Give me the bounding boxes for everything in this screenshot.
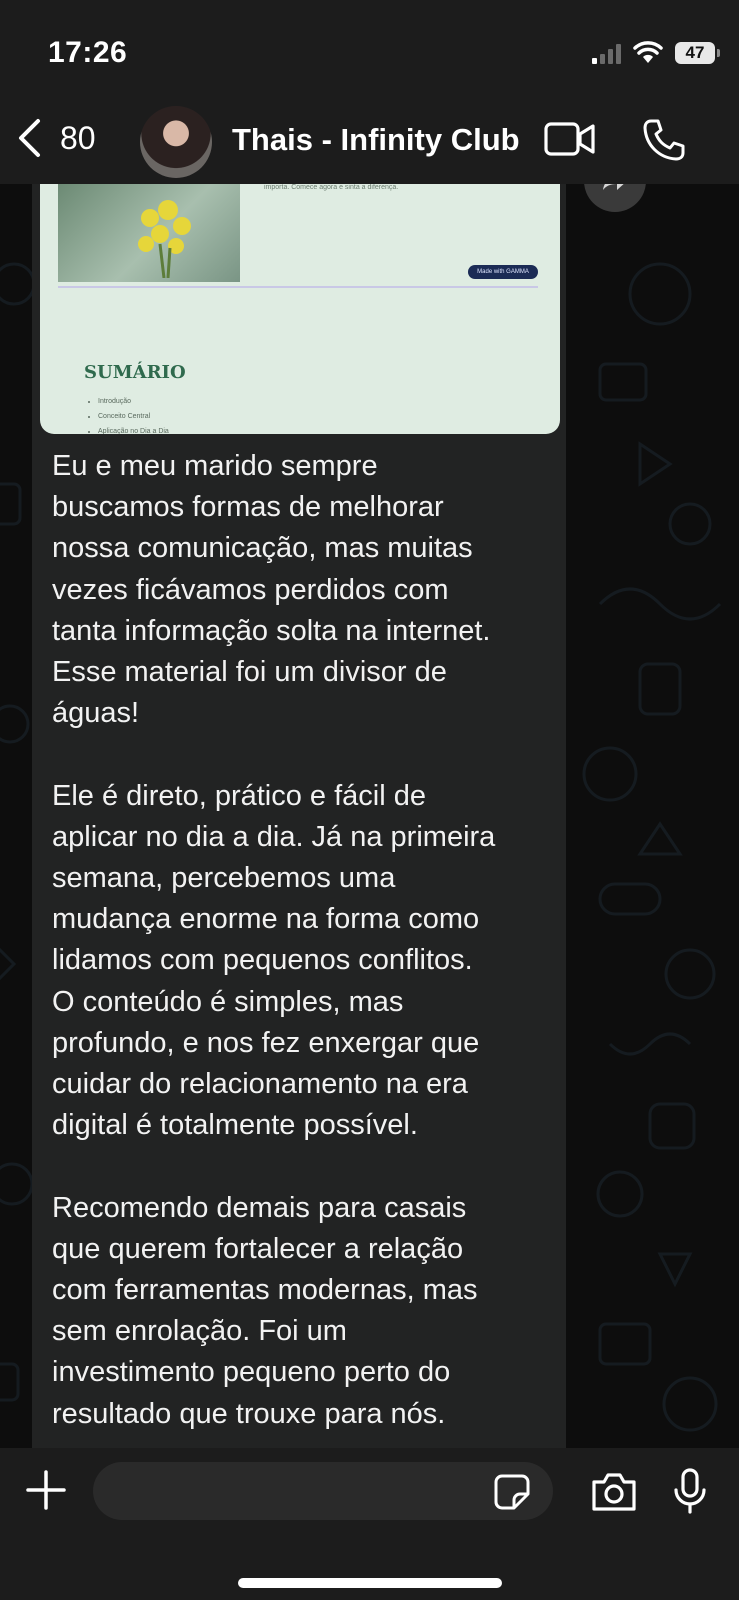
message-bubble[interactable]: importa. Comece agora e sinta a diferenç… [32, 184, 566, 1448]
back-button[interactable]: 80 [16, 118, 96, 158]
chevron-left-icon [19, 119, 40, 157]
battery-icon: 47 [675, 42, 720, 64]
wifi-icon [633, 41, 663, 63]
forward-arrow-icon [603, 184, 624, 190]
sticker-icon[interactable] [494, 1474, 530, 1510]
status-time: 17:26 [48, 36, 128, 69]
message-input[interactable] [93, 1462, 553, 1520]
avatar[interactable] [140, 106, 212, 178]
camera-icon[interactable] [590, 1472, 638, 1512]
chat-header: 80 Thais - Infinity Club [0, 104, 739, 182]
preview-list-item: Introdução [98, 394, 169, 409]
home-indicator [238, 1578, 502, 1588]
microphone-icon[interactable] [672, 1468, 708, 1514]
preview-divider [58, 286, 538, 288]
preview-heading: SUMÁRIO [84, 362, 186, 383]
flower-bouquet-icon [138, 200, 191, 278]
preview-list-item: Aplicação no Dia a Dia [98, 424, 169, 434]
unread-count: 80 [60, 119, 96, 156]
video-camera-icon[interactable] [544, 120, 596, 158]
document-preview[interactable]: importa. Comece agora e sinta a diferenç… [40, 184, 560, 434]
plus-icon[interactable] [24, 1468, 68, 1512]
phone-icon[interactable] [642, 118, 686, 162]
made-with-badge: Made with GAMMA [468, 265, 538, 279]
preview-caption: importa. Comece agora e sinta a diferenç… [264, 184, 399, 191]
contact-name[interactable]: Thais - Infinity Club [232, 122, 520, 158]
preview-photo [58, 184, 240, 282]
message-text: Eu e meu marido sempre buscamos formas d… [52, 450, 496, 1430]
preview-list-item: Conceito Central [98, 409, 169, 424]
top-bar: 17:26 47 80 Thais - Infinity Club [0, 0, 739, 184]
status-icons: 47 [592, 38, 720, 68]
cellular-signal-icon [592, 42, 621, 64]
preview-list: Introdução Conceito Central Aplicação no… [88, 394, 169, 434]
chat-area[interactable]: importa. Comece agora e sinta a diferenç… [0, 184, 739, 1448]
input-bar [0, 1448, 739, 1600]
